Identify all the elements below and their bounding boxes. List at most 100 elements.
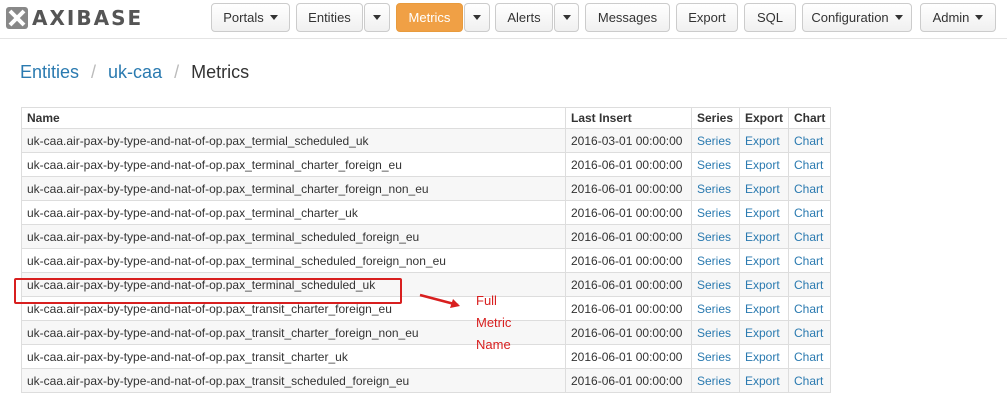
nav-metrics-button[interactable]: Metrics xyxy=(396,3,463,32)
series-link[interactable]: Series xyxy=(691,176,740,201)
chevron-down-icon xyxy=(473,15,481,20)
column-header-name[interactable]: Name xyxy=(21,107,566,129)
nav-messages-label: Messages xyxy=(597,10,658,25)
chart-link[interactable]: Chart xyxy=(788,200,832,225)
chart-link[interactable]: Chart xyxy=(788,152,832,177)
table-row: uk-caa.air-pax-by-type-and-nat-of-op.pax… xyxy=(21,128,832,153)
series-link[interactable]: Series xyxy=(691,344,740,369)
table-row: uk-caa.air-pax-by-type-and-nat-of-op.pax… xyxy=(21,248,832,273)
export-link[interactable]: Export xyxy=(738,128,790,153)
nav-export-button[interactable]: Export xyxy=(676,3,738,32)
table-row: uk-caa.air-pax-by-type-and-nat-of-op.pax… xyxy=(21,224,832,249)
chart-link[interactable]: Chart xyxy=(788,368,832,393)
last-insert-cell: 2016-06-01 00:00:00 xyxy=(565,152,692,177)
metric-name-cell: uk-caa.air-pax-by-type-and-nat-of-op.pax… xyxy=(21,248,566,273)
annotation-line: Metric xyxy=(476,315,512,330)
nav-admin-label: Admin xyxy=(932,10,970,25)
series-link[interactable]: Series xyxy=(691,248,740,273)
breadcrumb-separator: / xyxy=(174,62,180,82)
nav-configuration-label: Configuration xyxy=(811,10,889,25)
export-link[interactable]: Export xyxy=(738,152,790,177)
table-row: uk-caa.air-pax-by-type-and-nat-of-op.pax… xyxy=(21,320,832,345)
last-insert-cell: 2016-06-01 00:00:00 xyxy=(565,344,692,369)
axibase-logo-icon xyxy=(6,7,28,29)
nav-entities-button[interactable]: Entities xyxy=(296,3,363,32)
table-row: uk-caa.air-pax-by-type-and-nat-of-op.pax… xyxy=(21,152,832,177)
chart-link[interactable]: Chart xyxy=(788,176,832,201)
nav-export-label: Export xyxy=(688,10,726,25)
last-insert-cell: 2016-06-01 00:00:00 xyxy=(565,272,692,297)
nav-admin-button[interactable]: Admin xyxy=(920,3,996,32)
column-header-export: Export xyxy=(738,107,790,129)
series-link[interactable]: Series xyxy=(691,296,740,321)
breadcrumb-entities-link[interactable]: Entities xyxy=(20,62,79,83)
nav-configuration-button[interactable]: Configuration xyxy=(802,3,912,32)
chart-link[interactable]: Chart xyxy=(788,224,832,249)
chart-link[interactable]: Chart xyxy=(788,344,832,369)
column-header-series: Series xyxy=(691,107,740,129)
last-insert-cell: 2016-06-01 00:00:00 xyxy=(565,224,692,249)
table-row: uk-caa.air-pax-by-type-and-nat-of-op.pax… xyxy=(21,200,832,225)
nav-metrics-label: Metrics xyxy=(408,10,451,25)
chart-link[interactable]: Chart xyxy=(788,272,832,297)
chevron-down-icon xyxy=(562,15,571,20)
nav-portals-button[interactable]: Portals xyxy=(211,3,290,32)
nav-sql-label: SQL xyxy=(756,10,783,25)
breadcrumb-current: Metrics xyxy=(191,62,250,82)
annotation-note: Full Metric Name xyxy=(476,290,536,356)
breadcrumb-entity-link[interactable]: uk-caa xyxy=(108,62,162,83)
metric-name-cell: uk-caa.air-pax-by-type-and-nat-of-op.pax… xyxy=(21,176,566,201)
series-link[interactable]: Series xyxy=(691,224,740,249)
arrow-icon xyxy=(419,293,460,308)
table-row: uk-caa.air-pax-by-type-and-nat-of-op.pax… xyxy=(21,344,832,369)
chart-link[interactable]: Chart xyxy=(788,248,832,273)
nav-sql-button[interactable]: SQL xyxy=(744,3,796,32)
series-link[interactable]: Series xyxy=(691,200,740,225)
export-link[interactable]: Export xyxy=(738,200,790,225)
export-link[interactable]: Export xyxy=(738,368,790,393)
series-link[interactable]: Series xyxy=(691,320,740,345)
brand-name: AXIBASE xyxy=(32,6,144,30)
nav-messages-button[interactable]: Messages xyxy=(585,3,670,32)
chart-link[interactable]: Chart xyxy=(788,128,832,153)
chevron-down-icon xyxy=(373,15,381,20)
breadcrumb-separator: / xyxy=(91,62,97,82)
export-link[interactable]: Export xyxy=(738,296,790,321)
column-header-chart: Chart xyxy=(788,107,832,129)
nav-alerts-button[interactable]: Alerts xyxy=(495,3,553,32)
top-navbar: AXIBASE Portals Entities Metrics Alerts … xyxy=(0,0,1007,39)
metric-name-cell: uk-caa.air-pax-by-type-and-nat-of-op.pax… xyxy=(21,128,566,153)
metric-name-cell: uk-caa.air-pax-by-type-and-nat-of-op.pax… xyxy=(21,152,566,177)
export-link[interactable]: Export xyxy=(738,224,790,249)
last-insert-cell: 2016-03-01 00:00:00 xyxy=(565,128,692,153)
series-link[interactable]: Series xyxy=(691,128,740,153)
nav-alerts-label: Alerts xyxy=(507,10,541,25)
series-link[interactable]: Series xyxy=(691,272,740,297)
table-row: uk-caa.air-pax-by-type-and-nat-of-op.pax… xyxy=(21,368,832,393)
nav-alerts-dropdown-toggle[interactable] xyxy=(554,3,579,32)
series-link[interactable]: Series xyxy=(691,152,740,177)
nav-metrics-dropdown-toggle[interactable] xyxy=(464,3,490,32)
table-row: uk-caa.air-pax-by-type-and-nat-of-op.pax… xyxy=(21,176,832,201)
last-insert-cell: 2016-06-01 00:00:00 xyxy=(565,176,692,201)
export-link[interactable]: Export xyxy=(738,344,790,369)
series-link[interactable]: Series xyxy=(691,368,740,393)
export-link[interactable]: Export xyxy=(738,320,790,345)
column-header-last-insert[interactable]: Last Insert xyxy=(565,107,692,129)
last-insert-cell: 2016-06-01 00:00:00 xyxy=(565,296,692,321)
export-link[interactable]: Export xyxy=(738,176,790,201)
chevron-down-icon xyxy=(894,15,903,20)
axibase-logo[interactable]: AXIBASE xyxy=(6,6,144,30)
last-insert-cell: 2016-06-01 00:00:00 xyxy=(565,200,692,225)
metric-name-cell: uk-caa.air-pax-by-type-and-nat-of-op.pax… xyxy=(21,200,566,225)
last-insert-cell: 2016-06-01 00:00:00 xyxy=(565,320,692,345)
breadcrumb: Entities / uk-caa / Metrics xyxy=(20,62,249,83)
export-link[interactable]: Export xyxy=(738,248,790,273)
chevron-down-icon xyxy=(269,15,278,20)
export-link[interactable]: Export xyxy=(738,272,790,297)
chart-link[interactable]: Chart xyxy=(788,296,832,321)
annotation-line: Full xyxy=(476,293,497,308)
nav-entities-dropdown-toggle[interactable] xyxy=(364,3,390,32)
chart-link[interactable]: Chart xyxy=(788,320,832,345)
metrics-table: Name Last Insert Series Export Chart uk-… xyxy=(21,107,832,393)
